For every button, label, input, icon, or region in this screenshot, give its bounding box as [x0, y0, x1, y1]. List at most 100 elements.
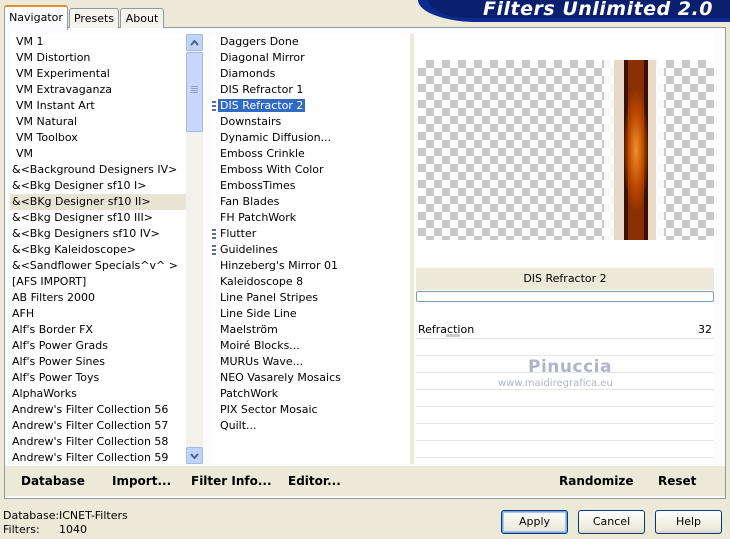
- filter-item-label: Emboss Crinkle: [220, 147, 305, 160]
- category-item[interactable]: Alf's Power Toys: [10, 370, 186, 386]
- category-item[interactable]: Alf's Power Grads: [10, 338, 186, 354]
- category-item[interactable]: &<Background Designers IV>: [10, 162, 186, 178]
- filter-item[interactable]: NEO Vasarely Mosaics: [212, 370, 410, 386]
- filter-item-label: NEO Vasarely Mosaics: [220, 371, 341, 384]
- category-item[interactable]: &<BKg Designer sf10 II>: [10, 194, 186, 210]
- filter-item[interactable]: Emboss Crinkle: [212, 146, 410, 162]
- filter-item-label: Hinzeberg's Mirror 01: [220, 259, 339, 272]
- import-button[interactable]: Import...: [112, 474, 171, 488]
- filter-item[interactable]: Line Panel Stripes: [212, 290, 410, 306]
- filter-item-label: Diagonal Mirror: [220, 51, 305, 64]
- category-item[interactable]: Andrew's Filter Collection 58: [10, 434, 186, 450]
- category-item[interactable]: Andrew's Filter Collection 56: [10, 402, 186, 418]
- reset-button[interactable]: Reset: [658, 474, 696, 488]
- filter-item[interactable]: Kaleidoscope 8: [212, 274, 410, 290]
- filter-item-label: Flutter: [220, 227, 257, 240]
- category-item[interactable]: &<Bkg Designer sf10 I>: [10, 178, 186, 194]
- randomize-button[interactable]: Randomize: [559, 474, 633, 488]
- help-button[interactable]: Help: [655, 510, 722, 534]
- filter-item-label: FH PatchWork: [220, 211, 297, 224]
- cancel-button[interactable]: Cancel: [578, 510, 645, 534]
- category-item[interactable]: Andrew's Filter Collection 59: [10, 450, 186, 464]
- filter-item-label: Daggers Done: [220, 35, 299, 48]
- category-item[interactable]: VM: [10, 146, 186, 162]
- filter-item[interactable]: PatchWork: [212, 386, 410, 402]
- param-slider-track[interactable]: [446, 334, 460, 337]
- category-item[interactable]: VM Toolbox: [10, 130, 186, 146]
- category-item[interactable]: VM 1: [10, 34, 186, 50]
- filter-item[interactable]: Quilt...: [212, 418, 410, 434]
- scroll-thumb[interactable]: [186, 52, 203, 132]
- category-item[interactable]: VM Natural: [10, 114, 186, 130]
- param-empty-row: [416, 339, 714, 356]
- filter-item[interactable]: Fan Blades: [212, 194, 410, 210]
- scroll-up-button[interactable]: [186, 34, 203, 51]
- filter-item[interactable]: Hinzeberg's Mirror 01: [212, 258, 410, 274]
- filter-item-label: Line Side Line: [220, 307, 297, 320]
- filter-item[interactable]: PIX Sector Mosaic: [212, 402, 410, 418]
- filter-item[interactable]: Dynamic Diffusion...: [212, 130, 410, 146]
- filter-item-label: PatchWork: [220, 387, 279, 400]
- filter-item[interactable]: Line Side Line: [212, 306, 410, 322]
- filter-item[interactable]: Moiré Blocks...: [212, 338, 410, 354]
- category-item[interactable]: &<Bkg Designers sf10 IV>: [10, 226, 186, 242]
- filter-item-label: Diamonds: [220, 67, 276, 80]
- category-scrollbar[interactable]: [186, 34, 203, 464]
- filter-item[interactable]: Downstairs: [212, 114, 410, 130]
- category-item[interactable]: Alf's Power Sines: [10, 354, 186, 370]
- filter-item[interactable]: DIS Refractor 1: [212, 82, 410, 98]
- category-item[interactable]: VM Distortion: [10, 50, 186, 66]
- scroll-down-button[interactable]: [186, 447, 203, 464]
- category-item[interactable]: AlphaWorks: [10, 386, 186, 402]
- filter-item[interactable]: Maelström: [212, 322, 410, 338]
- filter-item[interactable]: EmbossTimes: [212, 178, 410, 194]
- filter-item[interactable]: DIS Refractor 2: [212, 98, 410, 114]
- category-item[interactable]: VM Experimental: [10, 66, 186, 82]
- chevron-up-icon: [190, 39, 199, 46]
- filters-count: 1040: [59, 523, 87, 536]
- apply-button[interactable]: Apply: [501, 510, 568, 534]
- filter-item[interactable]: MURUs Wave...: [212, 354, 410, 370]
- filter-item[interactable]: Diamonds: [212, 66, 410, 82]
- database-button[interactable]: Database: [21, 474, 85, 488]
- database-status: Database: ICNET-Filters: [3, 509, 128, 522]
- filter-item[interactable]: FH PatchWork: [212, 210, 410, 226]
- tab-navigator[interactable]: Navigator: [4, 5, 68, 30]
- filter-item-label: MURUs Wave...: [220, 355, 304, 368]
- category-item[interactable]: AB Filters 2000: [10, 290, 186, 306]
- filter-item[interactable]: Emboss With Color: [212, 162, 410, 178]
- selected-filter-title: DIS Refractor 2: [416, 268, 714, 290]
- filter-info-button[interactable]: Filter Info...: [191, 474, 272, 488]
- filter-item[interactable]: Daggers Done: [212, 34, 410, 50]
- filter-item-label: DIS Refractor 1: [220, 83, 304, 96]
- filter-item[interactable]: Flutter: [212, 226, 410, 242]
- category-item[interactable]: AFH: [10, 306, 186, 322]
- category-item[interactable]: &<Sandflower Specials^v^ >: [10, 258, 186, 274]
- category-item[interactable]: [AFS IMPORT]: [10, 274, 186, 290]
- editor-button[interactable]: Editor...: [288, 474, 341, 488]
- filter-item[interactable]: Guidelines: [212, 242, 410, 258]
- tab-presets[interactable]: Presets: [69, 8, 119, 28]
- chevron-down-icon: [190, 452, 199, 459]
- category-item[interactable]: Andrew's Filter Collection 57: [10, 418, 186, 434]
- watermark-name: Pinuccia: [528, 357, 612, 377]
- filter-item-label: Line Panel Stripes: [220, 291, 318, 304]
- database-label: Database:: [3, 509, 60, 522]
- app-title: Filters Unlimited 2.0: [483, 0, 713, 20]
- tab-about[interactable]: About: [120, 8, 164, 28]
- category-item[interactable]: VM Instant Art: [10, 98, 186, 114]
- category-item[interactable]: VM Extravaganza: [10, 82, 186, 98]
- filter-item-label: DIS Refractor 2: [218, 99, 306, 112]
- filter-item-label: EmbossTimes: [220, 179, 296, 192]
- category-item[interactable]: &<Bkg Kaleidoscope>: [10, 242, 186, 258]
- filter-item-label: Maelström: [220, 323, 278, 336]
- filter-item[interactable]: Diagonal Mirror: [212, 50, 410, 66]
- category-list[interactable]: VM 1 VM Distortion VM Experimental VM Extra…: [10, 34, 186, 464]
- category-item[interactable]: Alf's Border FX: [10, 322, 186, 338]
- category-item[interactable]: &<Bkg Designer sf10 III>: [10, 210, 186, 226]
- filter-list[interactable]: Daggers Done Diagonal Mirror Diamonds DIS R…: [212, 34, 410, 464]
- grip-icon: [212, 229, 216, 239]
- param-refraction[interactable]: Refraction 32: [416, 322, 714, 339]
- filters-label: Filters:: [3, 523, 40, 536]
- progress-bar: [416, 291, 714, 302]
